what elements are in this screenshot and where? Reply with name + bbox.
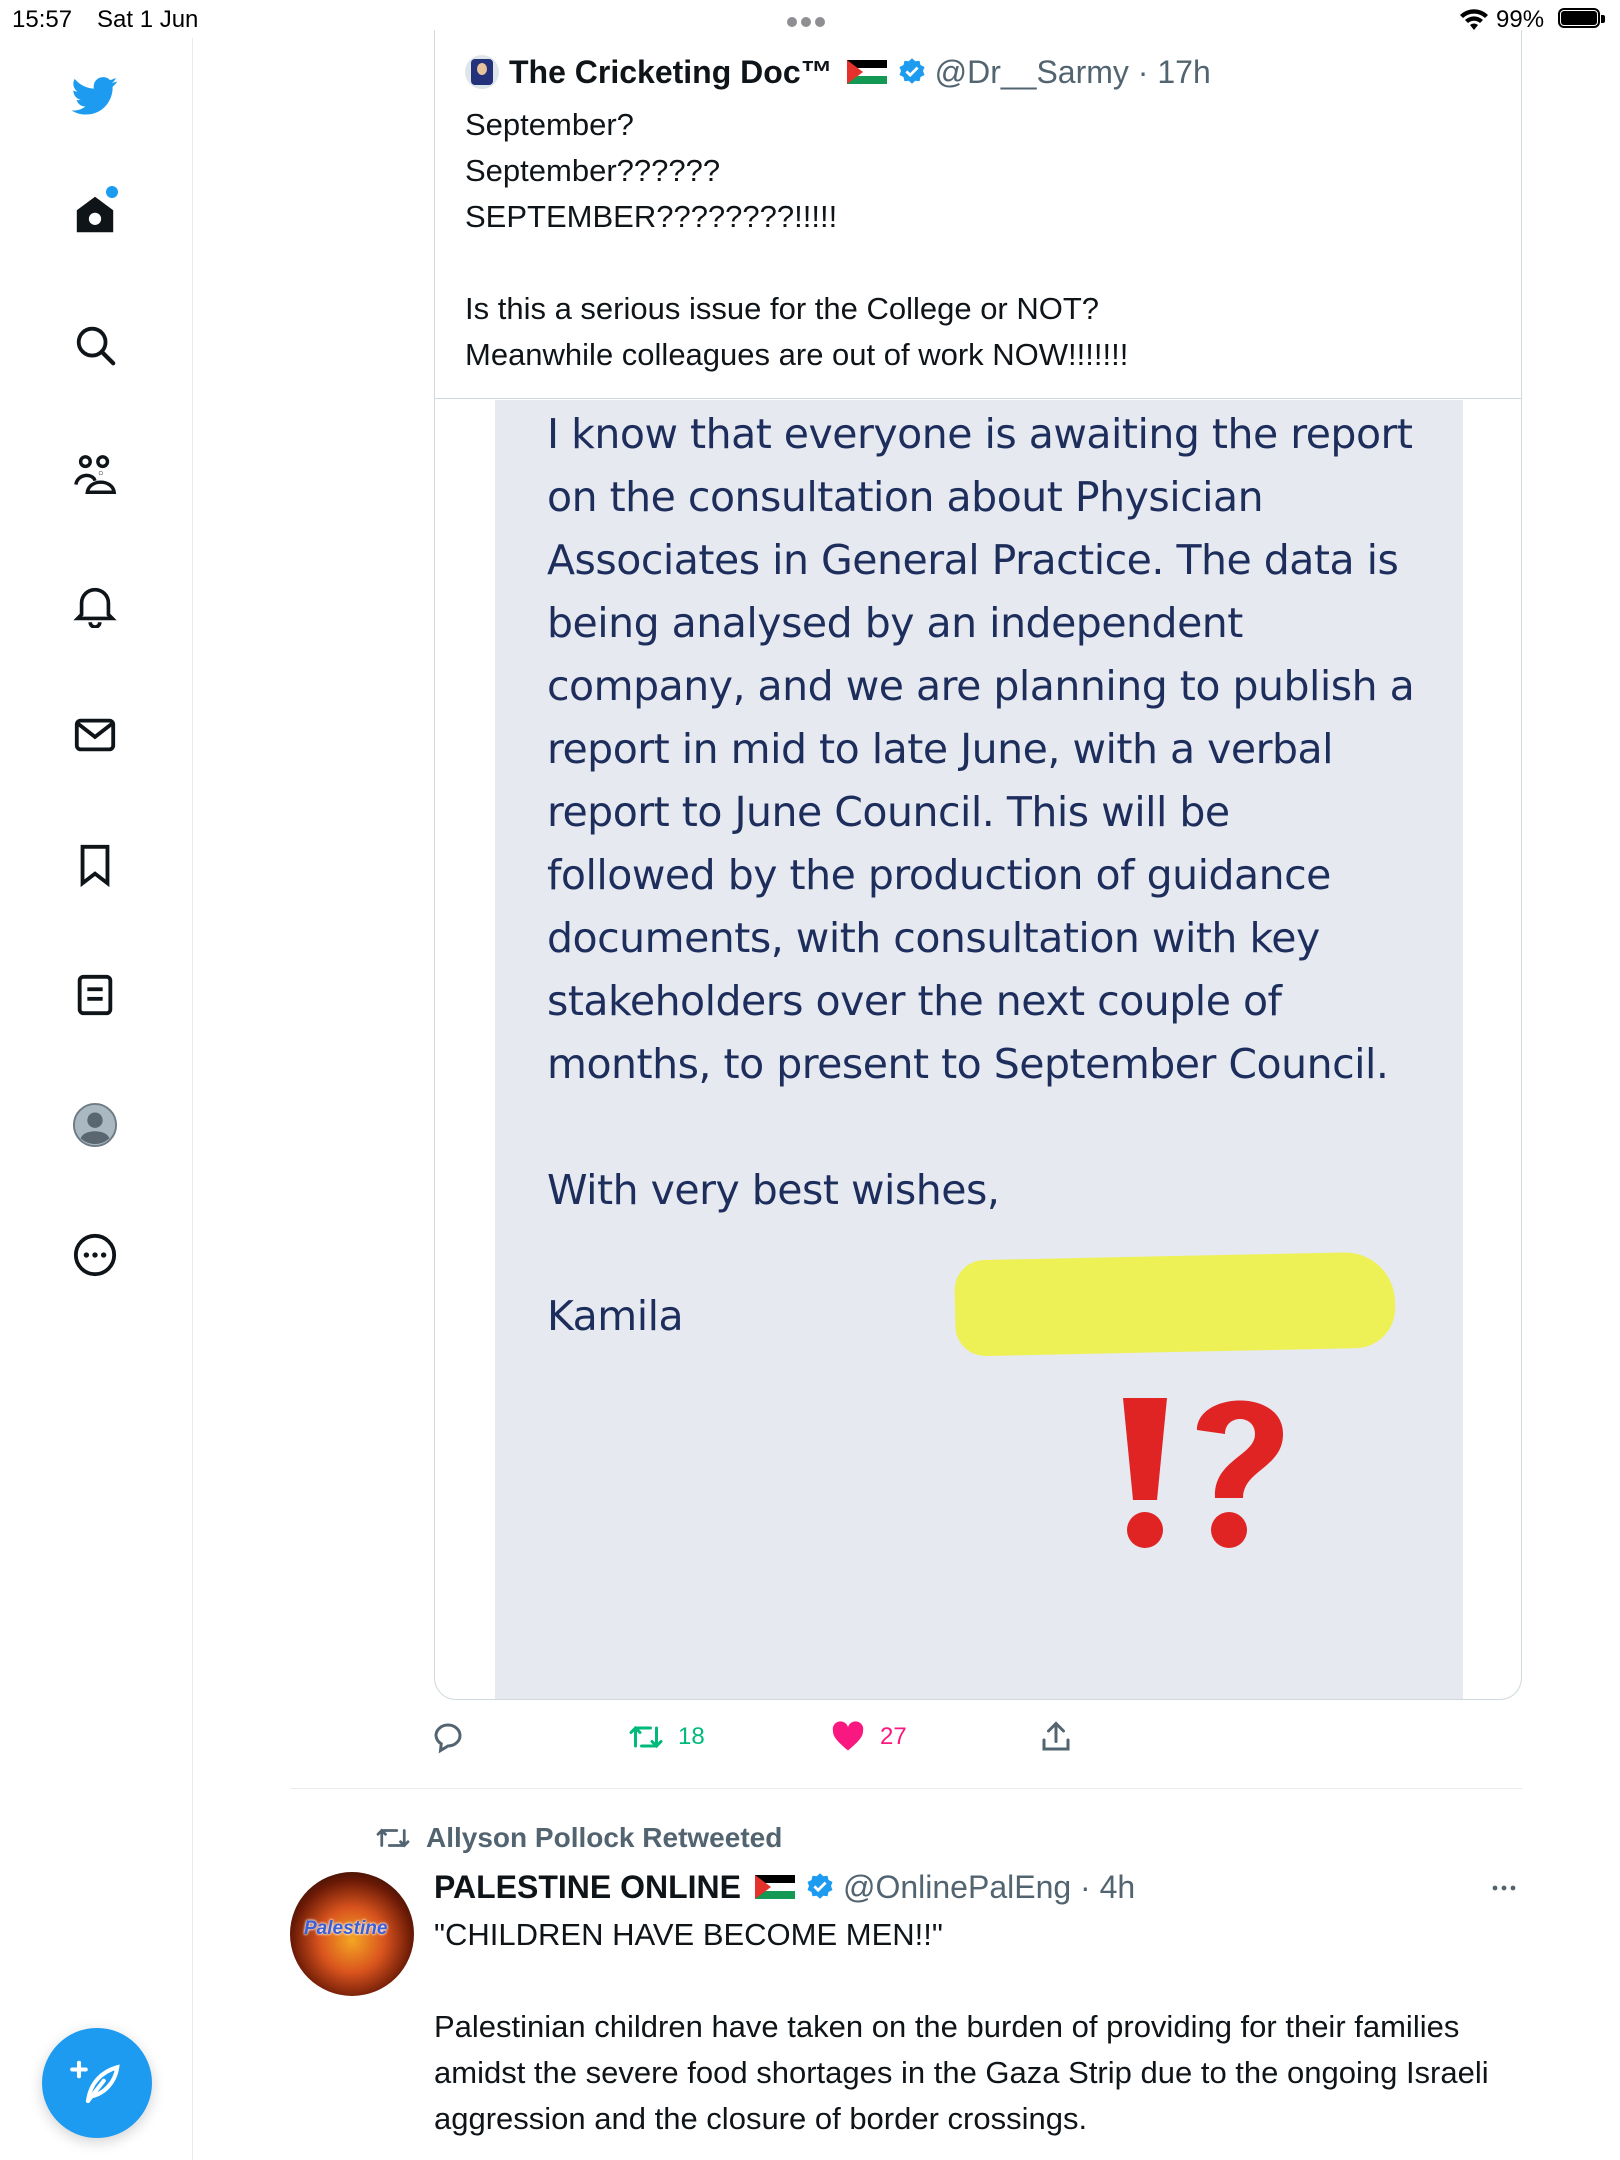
divider bbox=[435, 398, 1521, 399]
image-text-line: report to June Council. This will be bbox=[547, 788, 1230, 836]
home-notification-dot bbox=[106, 186, 118, 198]
yellow-highlight-mark bbox=[954, 1251, 1396, 1357]
image-text-line: company, and we are planning to publish … bbox=[547, 662, 1415, 710]
image-text-line: With very best wishes, bbox=[547, 1166, 1000, 1214]
image-text-line: being analysed by an independent bbox=[547, 599, 1243, 647]
retweet-count: 18 bbox=[678, 1723, 705, 1750]
messages-envelope-icon[interactable] bbox=[68, 708, 122, 762]
reply-icon bbox=[434, 1723, 462, 1754]
image-text-line: on the consultation about Physician bbox=[547, 473, 1264, 521]
reply-button[interactable] bbox=[430, 1712, 466, 1762]
verified-badge-icon bbox=[807, 1873, 833, 1899]
more-icon[interactable] bbox=[68, 1228, 122, 1282]
like-button[interactable]: 27 bbox=[830, 1712, 907, 1762]
profile-avatar-icon[interactable] bbox=[68, 1098, 122, 1152]
palestine-flag-icon bbox=[754, 1875, 795, 1899]
verified-badge-icon bbox=[899, 58, 925, 84]
avatar-label: Palestine bbox=[304, 1918, 388, 1939]
image-text-line: I know that everyone is awaiting the rep… bbox=[547, 410, 1413, 458]
quoted-tweet-header: The Cricketing Doc™ @Dr__Sarmy · 17h bbox=[465, 50, 1211, 94]
tweet-separator bbox=[290, 1788, 1522, 1789]
search-icon[interactable] bbox=[68, 318, 122, 372]
quoted-tweet-image[interactable]: I know that everyone is awaiting the rep… bbox=[495, 400, 1463, 1699]
palestine-flag-icon bbox=[846, 60, 887, 84]
twitter-bird-icon[interactable] bbox=[68, 68, 122, 122]
status-date: Sat 1 Jun bbox=[97, 6, 199, 33]
sidebar-nav bbox=[0, 38, 193, 2160]
retweeted-by-text: Allyson Pollock Retweeted bbox=[426, 1822, 783, 1853]
more-options-icon[interactable] bbox=[1488, 1872, 1520, 1904]
tweet-header: PALESTINE ONLINE @OnlinePalEng · 4h bbox=[434, 1864, 1135, 1910]
exclamation-question-mark-icon bbox=[1123, 1398, 1283, 1548]
image-text-line: followed by the production of guidance bbox=[547, 851, 1331, 899]
quoted-author-avatar[interactable] bbox=[465, 55, 499, 89]
author-handle-time: @OnlinePalEng · 4h bbox=[842, 1868, 1136, 1905]
heart-icon bbox=[832, 1721, 864, 1751]
retweeted-by-label[interactable]: Allyson Pollock Retweeted bbox=[374, 1818, 782, 1858]
quoted-author-name[interactable]: The Cricketing Doc™ bbox=[509, 54, 833, 91]
compose-tweet-button[interactable] bbox=[42, 2028, 152, 2138]
tweet-text: "CHILDREN HAVE BECOME MEN!!" Palestinian… bbox=[434, 1917, 1489, 2136]
quoted-tweet-card[interactable]: The Cricketing Doc™ @Dr__Sarmy · 17h Sep… bbox=[434, 30, 1522, 1700]
image-text-line: stakeholders over the next couple of bbox=[547, 977, 1282, 1025]
palestine-online-avatar[interactable]: Palestine bbox=[290, 1872, 414, 1996]
compose-feather-icon bbox=[70, 2060, 120, 2104]
share-icon bbox=[1042, 1721, 1070, 1751]
quoted-tweet-text: September? September?????? SEPTEMBER????… bbox=[465, 107, 1129, 372]
image-text-line: documents, with consultation with key bbox=[547, 914, 1320, 962]
share-button[interactable] bbox=[1038, 1712, 1074, 1762]
retweet-icon bbox=[629, 1725, 663, 1749]
home-icon[interactable] bbox=[68, 186, 122, 242]
retweet-button[interactable]: 18 bbox=[628, 1712, 705, 1762]
author-name[interactable]: PALESTINE ONLINE bbox=[434, 1869, 741, 1906]
multitasking-dots-icon[interactable] bbox=[787, 14, 833, 27]
tweet-actions: 18 27 bbox=[430, 1712, 1130, 1762]
wifi-icon bbox=[1460, 9, 1488, 30]
image-text-line: months, to present to September Council. bbox=[547, 1040, 1389, 1088]
notifications-bell-icon[interactable] bbox=[68, 578, 122, 632]
communities-icon[interactable] bbox=[68, 448, 122, 502]
like-count: 27 bbox=[880, 1723, 907, 1750]
lists-icon[interactable] bbox=[68, 968, 122, 1022]
battery-icon bbox=[1558, 8, 1606, 30]
image-signature: Kamila bbox=[547, 1292, 684, 1340]
bookmark-icon[interactable] bbox=[68, 838, 122, 892]
image-text-line: Associates in General Practice. The data… bbox=[547, 536, 1399, 584]
status-time: 15:57 bbox=[12, 6, 73, 33]
quoted-handle-time: @Dr__Sarmy · 17h bbox=[934, 53, 1211, 90]
retweet-icon bbox=[376, 1828, 410, 1848]
image-text-line: report in mid to late June, with a verba… bbox=[547, 725, 1334, 773]
